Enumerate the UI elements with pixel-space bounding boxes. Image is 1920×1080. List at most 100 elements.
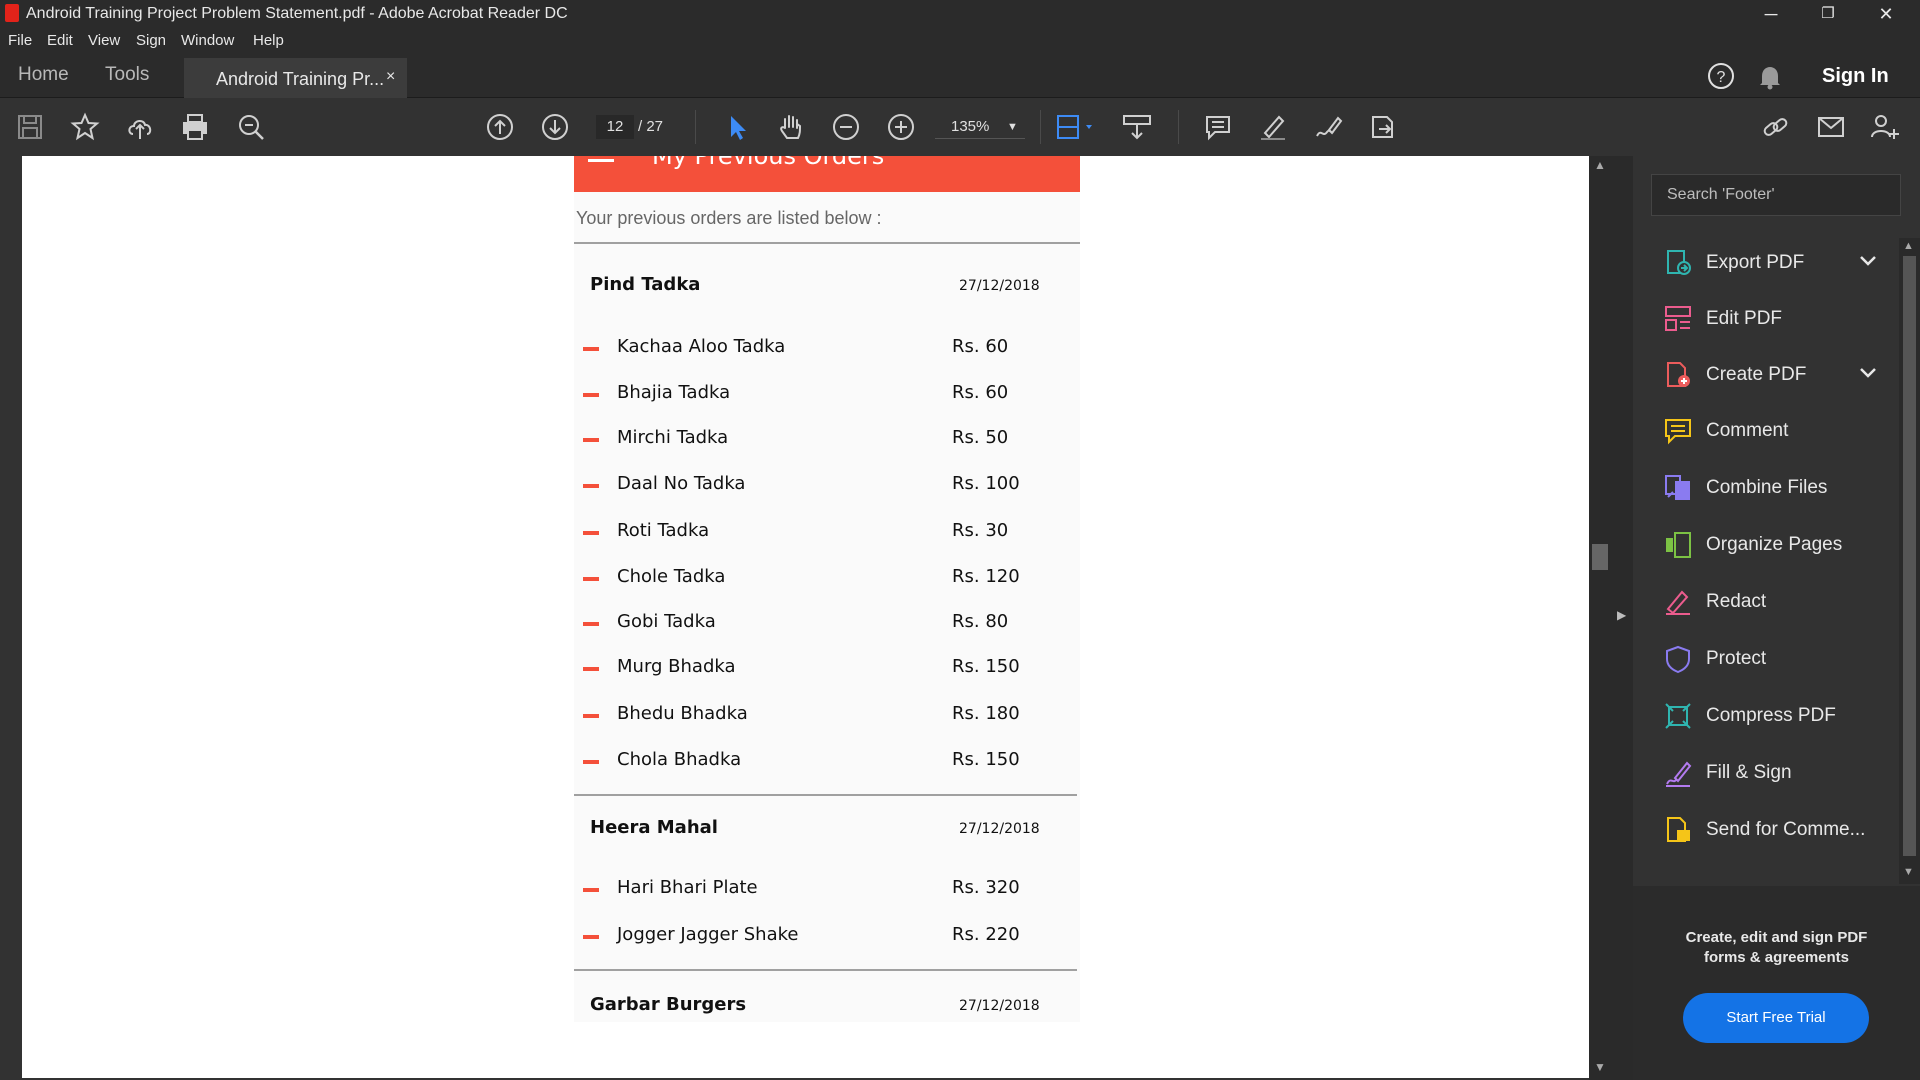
share-send-icon[interactable] xyxy=(1368,112,1398,142)
select-cursor-icon[interactable] xyxy=(722,112,752,142)
tool-compress-pdf[interactable]: Compress PDF xyxy=(1633,693,1903,739)
zoom-in-icon[interactable] xyxy=(886,112,916,142)
zoom-out-icon[interactable] xyxy=(831,112,861,142)
dash-icon xyxy=(583,347,599,351)
scrollbar-thumb[interactable] xyxy=(1592,544,1608,570)
next-page-icon[interactable] xyxy=(540,112,570,142)
item-name: Roti Tadka xyxy=(617,520,710,541)
tool-combine-files[interactable]: Combine Files xyxy=(1633,465,1903,511)
promo-line-2: forms & agreements xyxy=(1703,949,1850,966)
scroll-up-icon[interactable]: ▲ xyxy=(1594,158,1606,172)
compress-pdf-icon xyxy=(1663,701,1693,731)
tool-organize-pages[interactable]: Organize Pages xyxy=(1633,522,1903,568)
dash-icon xyxy=(583,438,599,442)
item-name: Mirchi Tadka xyxy=(617,427,729,448)
divider xyxy=(574,969,1077,971)
help-icon[interactable]: ? xyxy=(1707,62,1735,90)
restaurant-name: Garbar Burgers xyxy=(590,994,747,1015)
dash-icon xyxy=(583,714,599,718)
find-zoom-icon[interactable] xyxy=(236,112,266,142)
export-pdf-icon xyxy=(1663,248,1693,278)
hamburger-menu-icon xyxy=(588,159,614,162)
menu-view[interactable]: View xyxy=(88,32,120,49)
scroll-down-icon[interactable]: ▼ xyxy=(1594,1060,1606,1074)
item-price: Rs. 100 xyxy=(952,473,1020,494)
tool-protect[interactable]: Protect xyxy=(1633,636,1903,682)
menu-sign[interactable]: Sign xyxy=(136,32,166,49)
promo-panel: Create, edit and sign PDF forms & agreem… xyxy=(1633,886,1920,1080)
scroll-down-icon[interactable]: ▼ xyxy=(1903,866,1914,878)
order-date: 27/12/2018 xyxy=(959,278,1040,294)
acrobat-app-icon xyxy=(5,4,19,22)
menu-edit[interactable]: Edit xyxy=(47,32,73,49)
tool-comment[interactable]: Comment xyxy=(1633,408,1903,454)
sign-pen-icon[interactable] xyxy=(1313,112,1343,142)
sign-in-button[interactable]: Sign In xyxy=(1822,65,1889,88)
maximize-button[interactable]: ❐ xyxy=(1800,0,1856,28)
item-name: Daal No Tadka xyxy=(617,473,746,494)
menu-window[interactable]: Window xyxy=(181,32,234,49)
previous-page-icon[interactable] xyxy=(485,112,515,142)
email-icon[interactable] xyxy=(1816,112,1846,142)
close-window-button[interactable]: ✕ xyxy=(1858,0,1914,28)
save-icon[interactable] xyxy=(15,112,45,142)
zoom-level-select[interactable]: 135% ▼ xyxy=(935,115,1025,139)
collapse-right-icon: ▶ xyxy=(1617,608,1627,622)
chevron-down-icon[interactable] xyxy=(1859,364,1877,385)
tool-edit-pdf[interactable]: Edit PDF xyxy=(1633,296,1903,342)
app-header-bar: My Previous Orders xyxy=(574,156,1080,192)
tab-close-icon[interactable]: × xyxy=(386,68,395,86)
tool-label: Create PDF xyxy=(1706,364,1807,385)
tool-label: Fill & Sign xyxy=(1706,762,1792,783)
send-comments-icon xyxy=(1663,815,1693,845)
tool-export-pdf[interactable]: Export PDF xyxy=(1633,240,1903,286)
tool-send-comments[interactable]: Send for Comme... xyxy=(1633,807,1903,853)
dash-icon xyxy=(583,393,599,397)
fit-page-icon[interactable] xyxy=(1054,112,1096,142)
add-user-icon[interactable] xyxy=(1870,112,1900,142)
tab-bar: Home Tools Android Training Pr... × ? Si… xyxy=(0,54,1920,99)
tool-redact[interactable]: Redact xyxy=(1633,579,1903,625)
tools-scrollbar-thumb[interactable] xyxy=(1903,256,1916,856)
tab-home[interactable]: Home xyxy=(18,64,69,86)
tool-label: Redact xyxy=(1706,591,1767,612)
dash-icon xyxy=(583,622,599,626)
pdf-page: My Previous Orders Your previous orders … xyxy=(22,156,1589,1078)
share-link-icon[interactable] xyxy=(1761,112,1791,142)
start-free-trial-button[interactable]: Start Free Trial xyxy=(1683,993,1869,1043)
restaurant-name: Heera Mahal xyxy=(590,817,718,838)
comment-tool-icon[interactable] xyxy=(1203,112,1233,142)
minimize-button[interactable]: ─ xyxy=(1743,0,1799,28)
notification-bell-icon[interactable] xyxy=(1758,64,1782,90)
tools-search-input[interactable]: Search 'Footer' xyxy=(1651,174,1901,216)
chevron-down-icon[interactable] xyxy=(1859,252,1877,273)
tab-tools[interactable]: Tools xyxy=(105,64,149,86)
highlight-pen-icon[interactable] xyxy=(1258,112,1288,142)
dash-icon xyxy=(583,577,599,581)
scroll-mode-icon[interactable] xyxy=(1122,112,1152,142)
tab-document[interactable]: Android Training Pr... × xyxy=(184,58,407,99)
scroll-up-icon[interactable]: ▲ xyxy=(1903,240,1914,252)
item-name: Chole Tadka xyxy=(617,566,726,587)
upload-cloud-icon[interactable] xyxy=(125,112,155,142)
tool-fill-sign[interactable]: Fill & Sign xyxy=(1633,750,1903,796)
protect-icon xyxy=(1663,644,1693,674)
document-scrollbar[interactable]: ▲ ▼ xyxy=(1589,156,1611,1080)
right-pane-toggle[interactable]: ▶ xyxy=(1611,156,1633,1080)
tool-create-pdf[interactable]: Create PDF xyxy=(1633,352,1903,398)
order-item: Bhedu Bhadka Rs. 180 xyxy=(574,703,1080,733)
item-name: Jogger Jagger Shake xyxy=(617,924,799,945)
page-total: / 27 xyxy=(638,118,664,135)
menu-file[interactable]: File xyxy=(8,32,32,49)
bookmark-star-icon[interactable] xyxy=(70,112,100,142)
window-title: Android Training Project Problem Stateme… xyxy=(26,5,568,22)
print-icon[interactable] xyxy=(180,112,210,142)
app-header-title: My Previous Orders xyxy=(652,156,885,170)
order-item: Gobi Tadka Rs. 80 xyxy=(574,611,1080,641)
hand-tool-icon[interactable] xyxy=(776,112,806,142)
page-number-input[interactable]: 12 xyxy=(596,115,634,139)
item-price: Rs. 180 xyxy=(952,703,1020,724)
item-price: Rs. 60 xyxy=(952,382,1009,403)
dash-icon xyxy=(583,935,599,939)
menu-help[interactable]: Help xyxy=(253,32,284,49)
